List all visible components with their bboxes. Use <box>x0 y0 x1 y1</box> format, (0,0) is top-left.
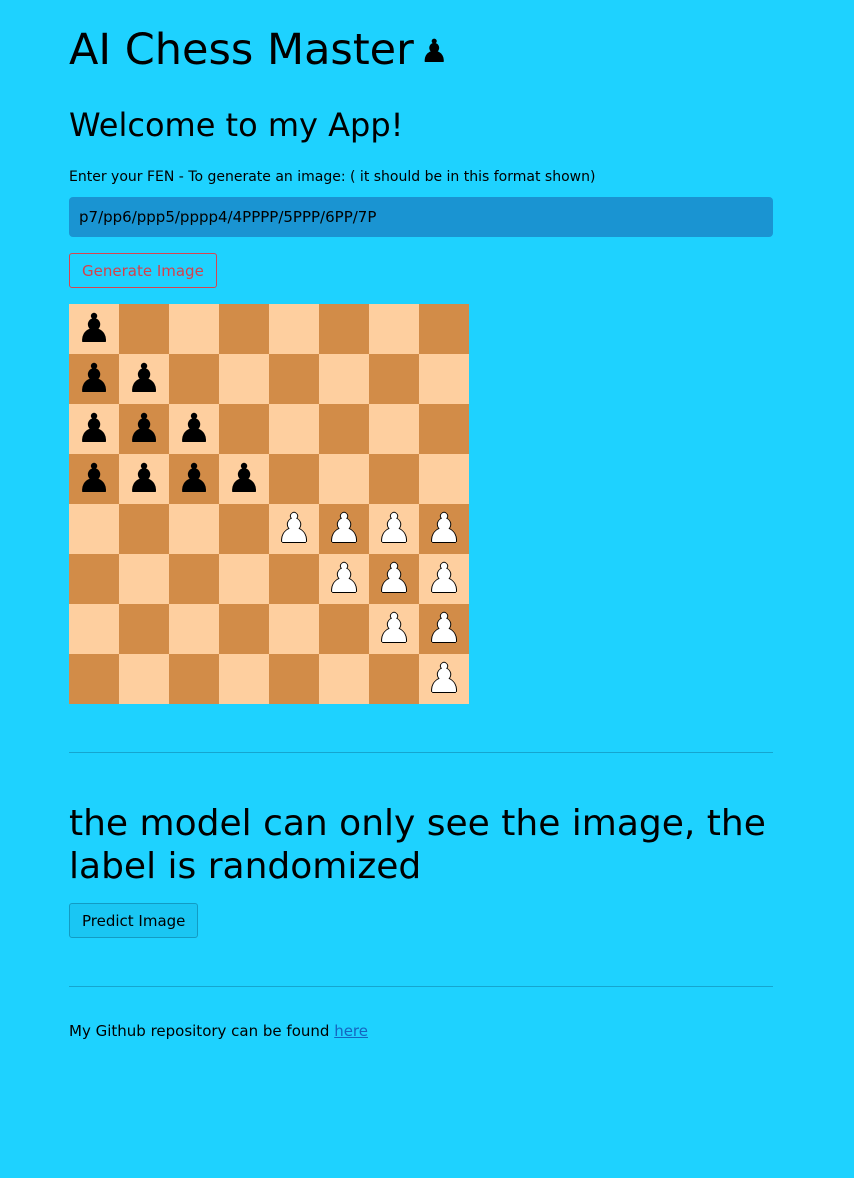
board-square <box>69 554 119 604</box>
board-square <box>419 304 469 354</box>
board-square: ♟ <box>169 454 219 504</box>
board-square <box>169 554 219 604</box>
chess-board-image: ♟ ♟ ♟ ♟ ♟ ♟ ♟ ♟ ♟ ♟ ♟ ♟ ♟ ♟ ♟ ♟ ♟ ♟ ♟ ♟ <box>69 304 469 704</box>
board-square <box>169 304 219 354</box>
board-square <box>369 304 419 354</box>
board-square: ♟ <box>219 454 269 504</box>
board-square <box>69 504 119 554</box>
board-square <box>69 654 119 704</box>
black-pawn-icon: ♟ <box>76 356 112 402</box>
board-square <box>319 454 369 504</box>
board-square: ♟ <box>119 454 169 504</box>
white-pawn-icon: ♟ <box>376 556 412 602</box>
board-square <box>269 354 319 404</box>
board-square <box>269 654 319 704</box>
white-pawn-icon: ♟ <box>426 606 462 652</box>
board-square <box>169 654 219 704</box>
board-square: ♟ <box>419 604 469 654</box>
board-square <box>219 304 269 354</box>
board-square: ♟ <box>119 404 169 454</box>
board-square: ♟ <box>319 504 369 554</box>
model-section-heading: the model can only see the image, the la… <box>69 803 766 887</box>
welcome-heading: Welcome to my App! <box>69 106 404 144</box>
white-pawn-icon: ♟ <box>426 656 462 702</box>
board-square <box>319 304 369 354</box>
board-square: ♟ <box>319 554 369 604</box>
board-square <box>119 604 169 654</box>
board-square <box>319 654 369 704</box>
board-square: ♟ <box>69 304 119 354</box>
white-pawn-icon: ♟ <box>376 606 412 652</box>
board-square: ♟ <box>69 404 119 454</box>
board-square <box>369 354 419 404</box>
board-square: ♟ <box>69 454 119 504</box>
pawn-icon: ♟ <box>419 32 449 70</box>
fen-input-label: Enter your FEN - To generate an image: (… <box>69 169 596 185</box>
board-square <box>219 654 269 704</box>
generate-image-button[interactable]: Generate Image <box>69 253 217 288</box>
board-square <box>319 604 369 654</box>
board-square <box>219 354 269 404</box>
board-square <box>369 654 419 704</box>
board-square <box>119 304 169 354</box>
divider <box>69 752 773 753</box>
board-square <box>169 604 219 654</box>
board-square <box>169 504 219 554</box>
white-pawn-icon: ♟ <box>376 506 412 552</box>
black-pawn-icon: ♟ <box>126 406 162 452</box>
board-square <box>419 354 469 404</box>
board-square <box>169 354 219 404</box>
board-square <box>369 404 419 454</box>
board-square <box>419 404 469 454</box>
board-square <box>319 404 369 454</box>
board-square <box>219 604 269 654</box>
white-pawn-icon: ♟ <box>426 506 462 552</box>
board-square: ♟ <box>119 354 169 404</box>
board-square: ♟ <box>369 554 419 604</box>
footer-label: My Github repository can be found <box>69 1022 335 1040</box>
board-square <box>219 404 269 454</box>
board-square <box>219 504 269 554</box>
board-square: ♟ <box>269 504 319 554</box>
board-square <box>119 504 169 554</box>
board-square <box>119 654 169 704</box>
white-pawn-icon: ♟ <box>426 556 462 602</box>
white-pawn-icon: ♟ <box>276 506 312 552</box>
board-square: ♟ <box>169 404 219 454</box>
black-pawn-icon: ♟ <box>76 306 112 352</box>
page-title: AI Chess Master ♟ <box>69 24 449 77</box>
board-square <box>269 454 319 504</box>
black-pawn-icon: ♟ <box>76 406 112 452</box>
divider <box>69 986 773 987</box>
footer-text: My Github repository can be found here <box>69 1021 368 1041</box>
board-square <box>69 604 119 654</box>
board-square <box>269 404 319 454</box>
board-square: ♟ <box>419 654 469 704</box>
github-link[interactable]: here <box>334 1022 368 1040</box>
black-pawn-icon: ♟ <box>226 456 262 502</box>
board-square: ♟ <box>69 354 119 404</box>
white-pawn-icon: ♟ <box>326 506 362 552</box>
white-pawn-icon: ♟ <box>326 556 362 602</box>
board-square: ♟ <box>369 504 419 554</box>
board-square <box>269 304 319 354</box>
board-square <box>369 454 419 504</box>
black-pawn-icon: ♟ <box>126 356 162 402</box>
black-pawn-icon: ♟ <box>176 456 212 502</box>
board-square: ♟ <box>419 504 469 554</box>
board-square <box>219 554 269 604</box>
board-square <box>319 354 369 404</box>
board-square: ♟ <box>369 604 419 654</box>
board-square: ♟ <box>419 554 469 604</box>
board-square <box>419 454 469 504</box>
board-square <box>269 604 319 654</box>
predict-image-button[interactable]: Predict Image <box>69 903 199 938</box>
black-pawn-icon: ♟ <box>126 456 162 502</box>
board-square <box>269 554 319 604</box>
fen-input[interactable] <box>69 197 773 237</box>
black-pawn-icon: ♟ <box>76 456 112 502</box>
page-title-text: AI Chess Master <box>69 25 414 75</box>
black-pawn-icon: ♟ <box>176 406 212 452</box>
board-square <box>119 554 169 604</box>
